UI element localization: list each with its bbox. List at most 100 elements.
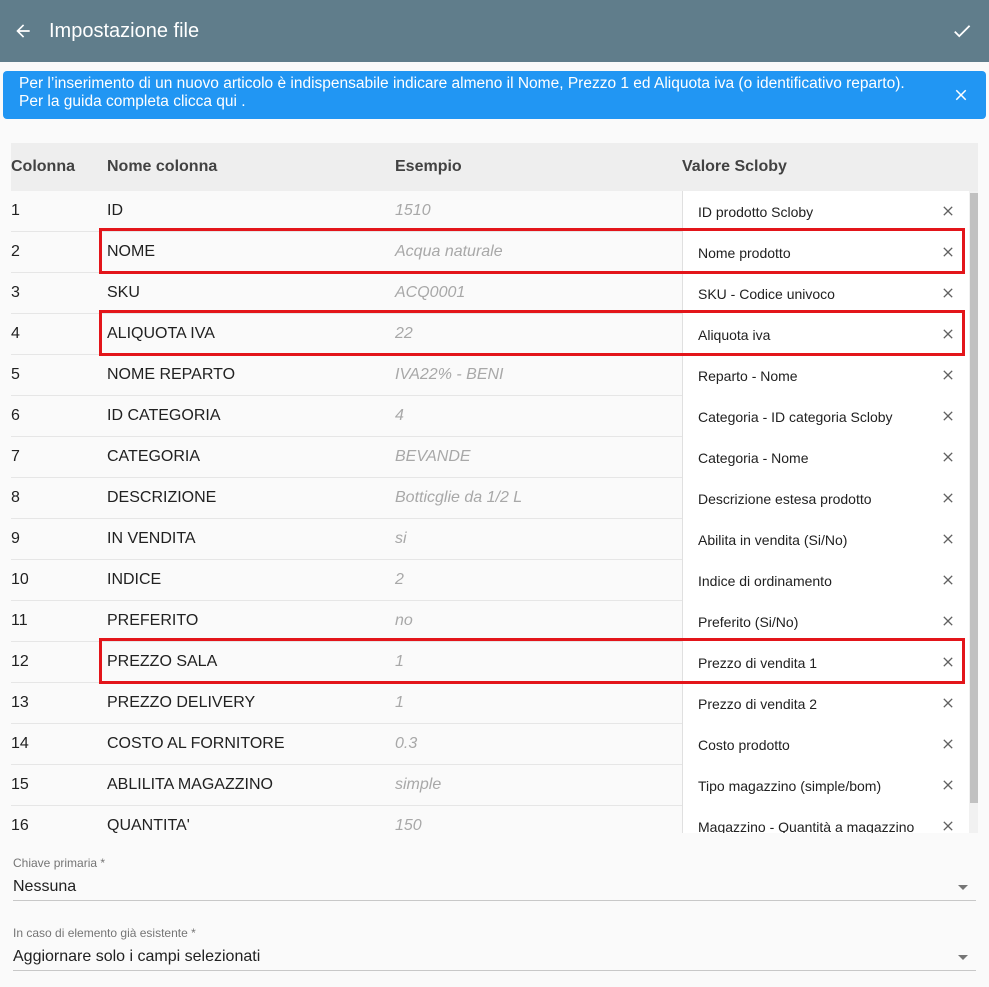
column-example: 2 — [395, 571, 404, 588]
table-row: 9 IN VENDITA si Abilita in vendita (Si/No) — [11, 519, 978, 560]
primary-key-select[interactable]: Chiave primaria * Nessuna — [13, 856, 976, 901]
scloby-value-label: Categoria - Nome — [698, 449, 809, 466]
clear-value-button[interactable] — [938, 570, 958, 590]
scloby-value-select[interactable]: Preferito (Si/No) — [682, 601, 970, 642]
column-name: ABLILITA MAGAZZINO — [107, 776, 273, 793]
clear-value-button[interactable] — [938, 529, 958, 549]
scloby-value-select[interactable]: Categoria - ID categoria Scloby — [682, 396, 970, 437]
scloby-value-select[interactable]: Tipo magazzino (simple/bom) — [682, 765, 970, 806]
table-row: 4 ALIQUOTA IVA 22 Aliquota iva — [11, 314, 978, 355]
column-number: 2 — [11, 243, 20, 260]
close-icon — [943, 247, 953, 257]
column-name: SKU — [107, 284, 140, 301]
column-example: 22 — [395, 325, 413, 342]
close-icon — [943, 780, 953, 790]
clear-value-button[interactable] — [938, 365, 958, 385]
column-example: 4 — [395, 407, 404, 424]
banner-guide-link[interactable]: Per la guida completa clicca qui . — [19, 93, 926, 111]
clear-value-button[interactable] — [938, 652, 958, 672]
column-example: 1 — [395, 694, 404, 711]
scloby-value-cell: Categoria - Nome — [682, 437, 978, 478]
clear-value-button[interactable] — [938, 611, 958, 631]
scloby-value-label: ID prodotto Scloby — [698, 203, 814, 220]
close-icon — [943, 411, 953, 421]
scloby-value-select[interactable]: Prezzo di vendita 2 — [682, 683, 970, 724]
clear-value-button[interactable] — [938, 488, 958, 508]
confirm-button[interactable] — [945, 14, 979, 48]
dropdown-arrow-icon — [958, 885, 968, 890]
clear-value-button[interactable] — [938, 201, 958, 221]
clear-value-button[interactable] — [938, 734, 958, 754]
scloby-value-select[interactable]: Aliquota iva — [682, 314, 970, 355]
scloby-value-label: Aliquota iva — [698, 326, 771, 343]
close-icon — [943, 616, 953, 626]
scloby-value-select[interactable]: SKU - Codice univoco — [682, 273, 970, 314]
app-toolbar: Impostazione file — [0, 0, 989, 62]
banner-close-button[interactable] — [948, 82, 974, 108]
close-icon — [943, 698, 953, 708]
column-example: ACQ0001 — [395, 284, 466, 301]
scloby-value-cell: Prezzo di vendita 1 — [682, 642, 978, 683]
clear-value-button[interactable] — [938, 324, 958, 344]
column-name: PREFERITO — [107, 612, 199, 629]
scloby-value-select[interactable]: ID prodotto Scloby — [682, 191, 970, 232]
table-scrollbar-thumb[interactable] — [970, 193, 978, 803]
back-button[interactable] — [0, 0, 46, 62]
existing-item-label: In caso di elemento già esistente * — [13, 926, 196, 940]
close-icon — [943, 493, 953, 503]
column-name: PREZZO SALA — [107, 653, 218, 670]
scloby-value-cell: Indice di ordinamento — [682, 560, 978, 601]
arrow-left-icon — [16, 24, 30, 38]
clear-value-button[interactable] — [938, 693, 958, 713]
scloby-value-label: Tipo magazzino (simple/bom) — [698, 777, 882, 794]
column-example: si — [395, 530, 407, 547]
scloby-value-select[interactable]: Descrizione estesa prodotto — [682, 478, 970, 519]
scloby-value-cell: Tipo magazzino (simple/bom) — [682, 765, 978, 806]
column-number: 8 — [11, 489, 20, 506]
scloby-value-select[interactable]: Nome prodotto — [682, 232, 970, 273]
scloby-value-cell: Costo prodotto — [682, 724, 978, 765]
table-row: 5 NOME REPARTO IVA22% - BENI Reparto - Nome — [11, 355, 978, 396]
close-icon — [943, 329, 953, 339]
close-icon — [955, 89, 967, 101]
clear-value-button[interactable] — [938, 816, 958, 833]
clear-value-button[interactable] — [938, 242, 958, 262]
clear-value-button[interactable] — [938, 447, 958, 467]
table-row: 15 ABLILITA MAGAZZINO simple Tipo magazzino… — [11, 765, 978, 806]
table-row: 6 ID CATEGORIA 4 Categoria - ID categoria S… — [11, 396, 978, 437]
existing-item-select[interactable]: In caso di elemento già esistente * Aggi… — [13, 926, 976, 971]
scloby-value-label: SKU - Codice univoco — [698, 285, 835, 302]
info-banner: Per l’inserimento di un nuovo articolo è… — [3, 71, 986, 119]
scloby-value-select[interactable]: Costo prodotto — [682, 724, 970, 765]
table-row: 7 CATEGORIA BEVANDE Categoria - Nome — [11, 437, 978, 478]
scloby-value-cell: Aliquota iva — [682, 314, 978, 355]
table-row: 12 PREZZO SALA 1 Prezzo di vendita 1 — [11, 642, 978, 683]
scloby-value-select[interactable]: Categoria - Nome — [682, 437, 970, 478]
clear-value-button[interactable] — [938, 406, 958, 426]
scloby-value-select[interactable]: Prezzo di vendita 1 — [682, 642, 970, 683]
scloby-value-label: Reparto - Nome — [698, 367, 798, 384]
clear-value-button[interactable] — [938, 775, 958, 795]
close-icon — [943, 821, 953, 831]
column-name: NOME REPARTO — [107, 366, 236, 383]
close-icon — [943, 657, 953, 667]
scloby-value-cell: Preferito (Si/No) — [682, 601, 978, 642]
scloby-value-select[interactable]: Abilita in vendita (Si/No) — [682, 519, 970, 560]
column-example: 1510 — [395, 202, 431, 219]
table-row: 1 ID 1510 ID prodotto Scloby — [11, 191, 978, 232]
existing-item-value: Aggiornare solo i campi selezionati — [13, 948, 261, 965]
clear-value-button[interactable] — [938, 283, 958, 303]
dropdown-arrow-icon — [958, 955, 968, 960]
column-name: CATEGORIA — [107, 448, 201, 465]
close-icon — [943, 739, 953, 749]
column-example: Botticglie da 1/2 L — [395, 489, 523, 506]
table-row: 8 DESCRIZIONE Botticglie da 1/2 L Descrizio… — [11, 478, 978, 519]
scloby-value-select[interactable]: Indice di ordinamento — [682, 560, 970, 601]
scloby-value-label: Descrizione estesa prodotto — [698, 490, 872, 507]
scloby-value-select[interactable]: Reparto - Nome — [682, 355, 970, 396]
primary-key-value: Nessuna — [13, 878, 77, 895]
scloby-value-select[interactable]: Magazzino - Quantità a magazzino — [682, 806, 970, 833]
header-nome-colonna: Nome colonna — [107, 158, 218, 175]
column-name: IN VENDITA — [107, 530, 196, 547]
scloby-value-label: Categoria - ID categoria Scloby — [698, 408, 893, 425]
